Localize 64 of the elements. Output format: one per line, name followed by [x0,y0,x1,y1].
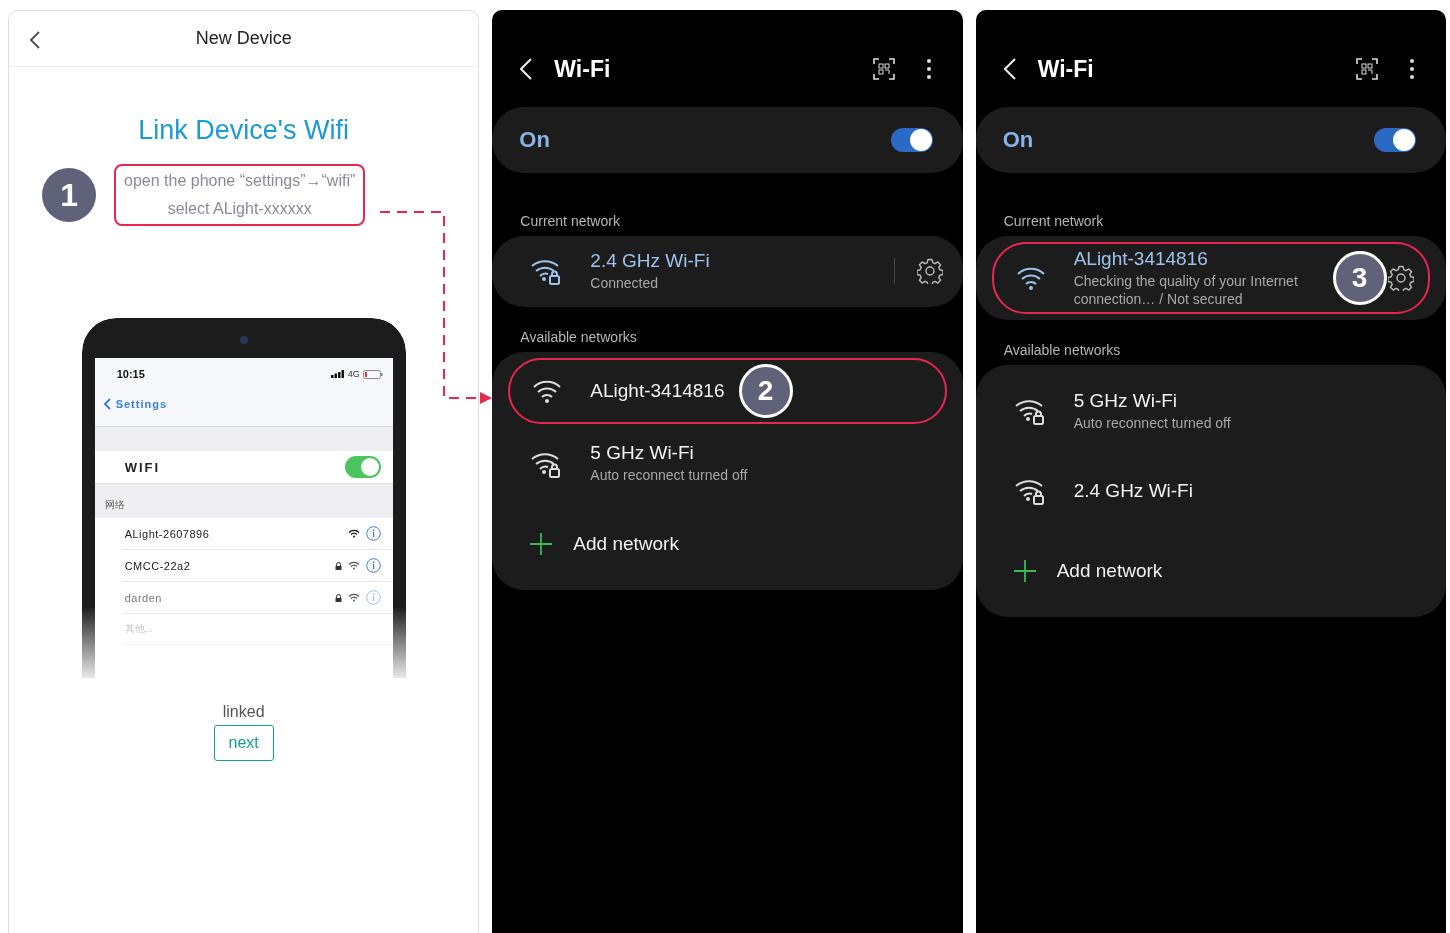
status-time: 10:15 [116,368,145,380]
toggle-label: On [1002,127,1035,153]
network-status: Connected [590,275,660,293]
screen-title: New Device [195,28,292,49]
plus-icon [529,531,554,556]
instruction-text: open the phone “settings”→“wifi” [124,172,356,190]
wifi-toggle[interactable] [1374,128,1416,152]
wifi-label: WIFI [124,459,162,475]
network-name: 5 GHz Wi-Fi [1073,389,1179,412]
network-row[interactable]: 2.4 GHz Wi-Fi Connected [492,242,963,301]
heading: Link Device's Wifi [138,115,349,146]
section-label: Available networks [519,327,638,347]
settings-back-link[interactable]: Settings [102,398,168,410]
info-icon[interactable] [365,526,381,541]
screen-title: Wi-Fi [554,55,611,83]
network-row[interactable]: 2.4 GHz Wi-Fi [975,451,1446,531]
divider-line [893,258,895,285]
network-name: 2.4 GHz Wi-Fi [1073,480,1193,502]
qr-scan-icon[interactable] [872,58,895,80]
toggle-label: On [519,127,551,153]
wifi-icon [347,593,360,602]
more-icon[interactable] [1410,59,1414,79]
camera-icon [239,336,248,344]
network-row[interactable]: ALight-3414816 2 [508,357,947,424]
settings-icon[interactable] [1388,265,1414,291]
info-icon[interactable] [365,558,381,573]
signal-icon [330,370,345,378]
step-badge: 3 [1332,251,1387,305]
network-status: Checking the quality of your Internet connection… / Not secured [1073,273,1299,308]
network-status: Auto reconnect turned off [590,467,748,485]
screen-title: Wi-Fi [1037,55,1094,83]
qr-scan-icon[interactable] [1356,58,1378,80]
section-label: 网络 [104,499,125,510]
instruction-text: select ALight-xxxxxx [167,200,312,218]
network-name: 2.4 GHz Wi-Fi [590,250,710,272]
network-name: ALight-3414816 [1073,248,1209,270]
network-name: ALight-3414816 [590,379,725,402]
wifi-toggle[interactable] [890,128,933,152]
back-icon [102,398,111,410]
back-icon[interactable] [29,30,41,50]
network-row[interactable]: 5 GHz Wi-Fi Auto reconnect turned off [492,423,963,504]
network-row[interactable]: 5 GHz Wi-Fi Auto reconnect turned off [975,371,1446,451]
wifi-icon [347,529,360,538]
section-label: Current network [519,212,621,231]
wifi-icon [347,561,360,570]
battery-icon [362,369,383,379]
add-network-row[interactable]: Add network [492,503,963,584]
step-badge: 2 [738,363,793,418]
step-badge: 1 [42,168,97,222]
plus-icon [1012,559,1037,583]
section-label: Available networks [1002,341,1122,360]
status-text: linked [222,703,265,721]
wifi-toggle[interactable] [344,456,381,478]
settings-icon[interactable] [916,258,943,285]
section-label: Current network [1002,212,1105,231]
more-icon[interactable] [926,59,931,79]
network-row[interactable]: darden [122,582,393,614]
network-row[interactable]: CMCC-22a2 [122,550,393,582]
network-type: 4G [347,369,360,379]
network-name: 5 GHz Wi-Fi [590,442,695,465]
network-row[interactable]: ALight-3414816 Checking the quality of your Internet connection… / Not secured 3 [991,242,1430,314]
add-network-row[interactable]: Add network [975,531,1446,611]
network-row[interactable]: ALight-2607896 [122,518,393,550]
network-status: Auto reconnect turned off [1073,414,1231,433]
